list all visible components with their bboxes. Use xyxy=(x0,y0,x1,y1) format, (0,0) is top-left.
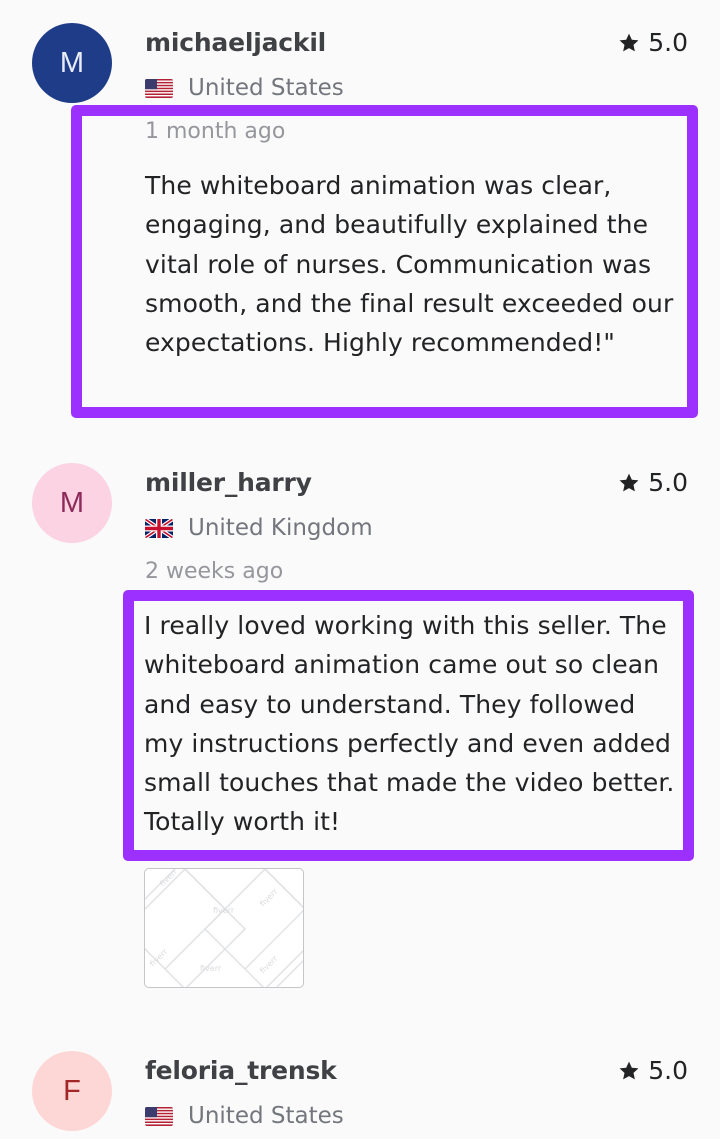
avatar[interactable]: M xyxy=(32,23,112,103)
avatar[interactable]: F xyxy=(32,1051,112,1131)
review-time: 2 weeks ago xyxy=(145,559,284,584)
review-rating: 5.0 xyxy=(618,1056,688,1085)
watermark-text: fiverr xyxy=(258,954,280,976)
watermark-text: fiverr xyxy=(200,964,222,973)
avatar-initial: M xyxy=(59,486,85,519)
review-item: M michaeljackil 5.0 United States 1 mont… xyxy=(0,0,720,430)
attachment-thumbnail[interactable]: fiverr fiverr fiverr fiverr fiverr fiver… xyxy=(144,868,304,988)
uk-flag-icon xyxy=(145,518,173,538)
rating-value: 5.0 xyxy=(648,28,688,57)
review-text: The whiteboard animation was clear, enga… xyxy=(145,171,674,358)
star-icon xyxy=(619,473,639,491)
review-text: I really loved working with this seller.… xyxy=(144,611,675,837)
country-name: United Kingdom xyxy=(188,515,373,541)
review-item: M miller_harry 5.0 United Kingdom 2 week… xyxy=(0,440,720,1020)
avatar-initial: F xyxy=(63,1074,81,1107)
country-name: United States xyxy=(188,1103,344,1129)
country-name: United States xyxy=(188,75,344,101)
rating-value: 5.0 xyxy=(648,468,688,497)
watermark-text: fiverr xyxy=(148,947,170,969)
review-rating: 5.0 xyxy=(618,28,688,57)
reviewer-country: United States xyxy=(145,75,344,101)
reviewer-username[interactable]: michaeljackil xyxy=(145,28,326,57)
attachment-pattern: fiverr fiverr fiverr fiverr fiverr fiver… xyxy=(145,869,303,987)
watermark-text: fiverr xyxy=(213,906,235,915)
avatar[interactable]: M xyxy=(32,463,112,543)
avatar-initial: M xyxy=(59,46,85,79)
us-flag-icon xyxy=(145,78,173,98)
reviewer-username[interactable]: miller_harry xyxy=(145,468,312,497)
star-icon xyxy=(619,33,639,51)
review-rating: 5.0 xyxy=(618,468,688,497)
reviewer-country: United Kingdom xyxy=(145,515,373,541)
review-item: F feloria_trensk 5.0 United States xyxy=(0,1028,720,1139)
review-time: 1 month ago xyxy=(145,119,286,144)
reviewer-username[interactable]: feloria_trensk xyxy=(145,1056,337,1085)
rating-value: 5.0 xyxy=(648,1056,688,1085)
star-icon xyxy=(619,1061,639,1079)
reviewer-country: United States xyxy=(145,1103,344,1129)
watermark-text: fiverr xyxy=(258,887,280,909)
us-flag-icon xyxy=(145,1106,173,1126)
